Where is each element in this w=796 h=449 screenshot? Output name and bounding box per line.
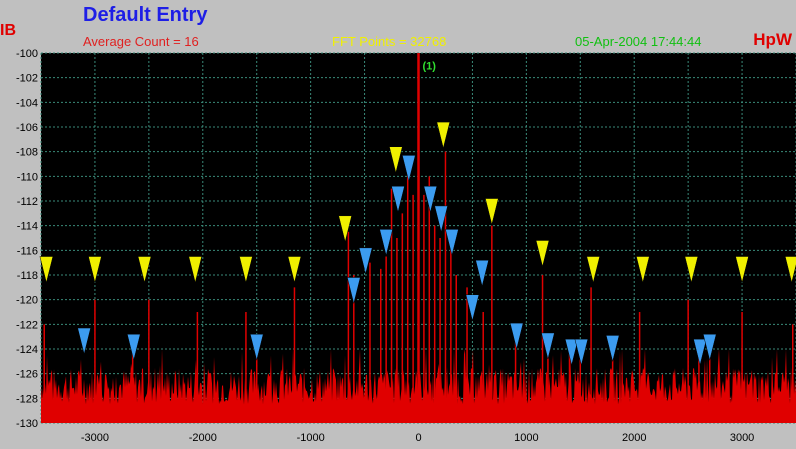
x-tick-label: -2000 xyxy=(189,432,217,444)
y-tick-label: -100 xyxy=(16,48,38,60)
y-tick-label: -122 xyxy=(16,319,38,331)
y-tick-label: -128 xyxy=(16,393,38,405)
y-tick-label: -116 xyxy=(17,245,38,257)
x-tick-label: -1000 xyxy=(297,432,325,444)
y-tick-label: -110 xyxy=(17,171,38,183)
y-tick-label: -104 xyxy=(16,97,38,109)
y-tick-label: -106 xyxy=(16,122,38,134)
y-tick-label: -102 xyxy=(16,73,38,85)
x-tick-label: -3000 xyxy=(81,432,109,444)
peak-marker-label: (1) xyxy=(423,60,437,72)
y-tick-label: -114 xyxy=(17,221,38,233)
y-tick-label: -112 xyxy=(17,196,38,208)
y-tick-label: -126 xyxy=(16,369,38,381)
y-tick-label: -124 xyxy=(16,344,38,356)
y-tick-label: -120 xyxy=(16,295,38,307)
x-tick-label: 2000 xyxy=(622,432,646,444)
y-tick-label: -108 xyxy=(16,147,38,159)
x-tick-label: 0 xyxy=(415,432,421,444)
y-tick-label: -118 xyxy=(17,270,38,282)
spectrum-chart: (1) -100 -102 -104 -106 -108 -110 -112 -114 -116 -… xyxy=(16,48,796,444)
x-tick-label: 1000 xyxy=(514,432,538,444)
x-tick-label: 3000 xyxy=(730,432,754,444)
y-tick-label: -130 xyxy=(16,418,38,430)
